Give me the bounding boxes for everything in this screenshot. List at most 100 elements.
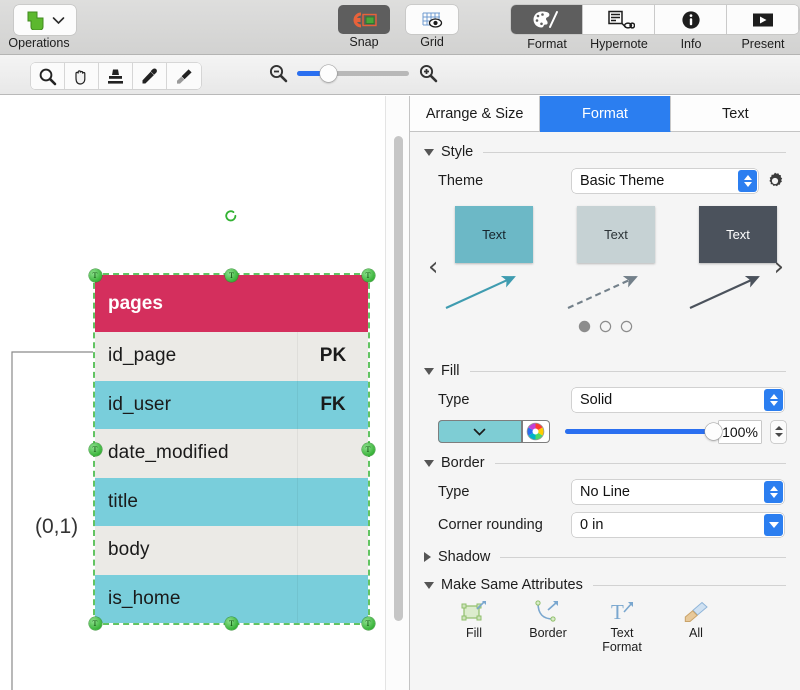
zoom-in-icon[interactable] xyxy=(418,63,438,83)
er-row-id_user[interactable]: id_user FK xyxy=(95,380,368,429)
make-same-text-format-button[interactable]: T Text Format xyxy=(592,600,652,654)
resize-handle-4[interactable]: T xyxy=(361,442,375,456)
er-row-name: id_page xyxy=(108,345,177,367)
rotate-handle-icon[interactable] xyxy=(224,209,238,223)
tab-format[interactable]: Format xyxy=(540,96,671,132)
make-same-fill-button[interactable]: Fill xyxy=(444,600,504,654)
theme-arrow-2 xyxy=(567,276,638,309)
mode-segmented-control: Format Hypernote Info Present xyxy=(511,5,799,55)
er-row-body[interactable]: body xyxy=(95,526,368,575)
disclosure-triangle-down-icon[interactable] xyxy=(424,367,434,375)
make-same-all-button[interactable]: All xyxy=(666,600,726,654)
er-table-header[interactable]: pages xyxy=(95,275,368,332)
opacity-slider-knob[interactable] xyxy=(705,423,722,440)
er-row-name: is_home xyxy=(108,587,181,609)
theme-thumb-1-label: Text xyxy=(482,227,506,242)
format-mode-label: Format xyxy=(527,37,567,51)
zoom-control xyxy=(268,63,438,83)
border-section-title: Border xyxy=(441,455,485,471)
carousel-dot-2[interactable] xyxy=(601,322,610,331)
fill-type-stepper-icon[interactable] xyxy=(764,389,783,411)
theme-thumb-1[interactable]: Text xyxy=(455,206,533,263)
grid-button[interactable]: Grid xyxy=(406,0,458,55)
theme-thumbnail-carousel[interactable]: ‹ › Text Text Text xyxy=(424,206,786,351)
format-mode-button[interactable] xyxy=(511,5,583,34)
snap-chip[interactable] xyxy=(338,5,390,34)
opacity-value[interactable]: 100% xyxy=(719,420,761,443)
border-type-stepper-icon[interactable] xyxy=(764,481,783,503)
theme-select[interactable]: Basic Theme xyxy=(572,169,758,193)
disclosure-triangle-down-icon[interactable] xyxy=(424,148,434,156)
theme-stepper-icon[interactable] xyxy=(738,170,757,192)
fill-section-header[interactable]: Fill xyxy=(424,363,786,379)
color-wheel-icon[interactable] xyxy=(521,420,550,443)
fill-color-swatch[interactable] xyxy=(438,420,522,443)
zoom-slider[interactable] xyxy=(297,64,409,82)
snap-button[interactable]: Snap xyxy=(338,0,390,55)
make-same-border-button[interactable]: Border xyxy=(518,600,578,654)
resize-handle-7[interactable]: T xyxy=(361,616,375,630)
resize-handle-1[interactable]: T xyxy=(225,268,238,282)
diagram-canvas[interactable]: (0,1) pages id_page PK id_user FK date_modif… xyxy=(0,96,409,690)
er-row-is_home[interactable]: is_home xyxy=(95,574,368,623)
disclosure-triangle-down-icon[interactable] xyxy=(424,581,434,589)
grid-eye-icon xyxy=(419,11,445,29)
magnifier-icon[interactable] xyxy=(31,63,65,89)
make-same-all-label: All xyxy=(689,626,703,640)
disclosure-triangle-right-icon[interactable] xyxy=(424,552,431,562)
shadow-section-header[interactable]: Shadow xyxy=(424,549,786,565)
resize-handle-5[interactable]: T xyxy=(88,616,102,630)
theme-thumb-2[interactable]: Text xyxy=(577,206,655,263)
er-table-pages[interactable]: pages id_page PK id_user FK date_modified tit… xyxy=(93,273,370,625)
eyedropper-icon[interactable] xyxy=(133,63,167,89)
theme-thumb-3[interactable]: Text xyxy=(699,206,777,263)
gear-icon[interactable] xyxy=(765,171,785,191)
carousel-dot-1[interactable] xyxy=(579,322,589,331)
resize-handle-0[interactable]: T xyxy=(88,268,102,282)
theme-arrow-1 xyxy=(445,276,516,309)
corner-rounding-chevron-icon[interactable] xyxy=(764,514,783,536)
resize-handle-6[interactable]: T xyxy=(225,616,238,630)
carousel-dot-3[interactable] xyxy=(622,322,631,331)
make-same-section-header[interactable]: Make Same Attributes xyxy=(424,577,786,593)
canvas-scrollbar-thumb[interactable] xyxy=(394,136,403,621)
opacity-control: 100% xyxy=(565,420,786,443)
opacity-slider[interactable] xyxy=(565,423,722,440)
hypernote-mode-button[interactable] xyxy=(583,5,655,34)
snap-magnet-icon xyxy=(350,11,378,29)
present-mode-button[interactable] xyxy=(727,5,799,34)
style-section-header[interactable]: Style xyxy=(424,144,786,160)
zoom-out-icon[interactable] xyxy=(268,63,288,83)
grid-chip[interactable] xyxy=(406,5,458,34)
stamp-icon[interactable] xyxy=(99,63,133,89)
operations-chip[interactable] xyxy=(14,5,76,35)
app-window: Operations Snap Grid Format Hypernote In… xyxy=(0,0,800,690)
theme-arrow-3 xyxy=(689,276,760,309)
canvas-scrollbar[interactable] xyxy=(385,96,409,690)
resize-handle-2[interactable]: T xyxy=(361,268,375,282)
corner-rounding-label: Corner rounding xyxy=(438,517,543,533)
zoom-slider-knob[interactable] xyxy=(319,64,337,82)
er-row-name: body xyxy=(108,539,150,561)
info-mode-button[interactable] xyxy=(655,5,727,34)
hand-icon[interactable] xyxy=(65,63,99,89)
opacity-stepper[interactable] xyxy=(771,420,786,443)
paintbrush-icon[interactable] xyxy=(167,63,201,89)
resize-handle-3[interactable]: T xyxy=(88,442,102,456)
tab-arrange-size[interactable]: Arrange & Size xyxy=(410,96,541,132)
er-row-title[interactable]: title xyxy=(95,477,368,526)
make-same-attributes-section: Make Same Attributes Fill Border T Text … xyxy=(410,577,800,654)
operations-group: Operations xyxy=(0,0,76,55)
operations-button[interactable]: Operations xyxy=(0,0,76,50)
er-row-date_modified[interactable]: date_modified xyxy=(95,429,368,478)
border-section-header[interactable]: Border xyxy=(424,455,786,471)
carousel-page-dots[interactable] xyxy=(424,322,786,331)
border-type-select[interactable]: No Line xyxy=(572,480,784,504)
er-column-divider xyxy=(297,477,298,526)
fill-color-row: 100% xyxy=(424,420,786,443)
disclosure-triangle-down-icon[interactable] xyxy=(424,459,434,467)
er-row-id_page[interactable]: id_page PK xyxy=(95,332,368,381)
tab-text[interactable]: Text xyxy=(670,96,800,132)
fill-type-select[interactable]: Solid xyxy=(572,388,784,412)
corner-rounding-select[interactable]: 0 in xyxy=(572,513,784,537)
